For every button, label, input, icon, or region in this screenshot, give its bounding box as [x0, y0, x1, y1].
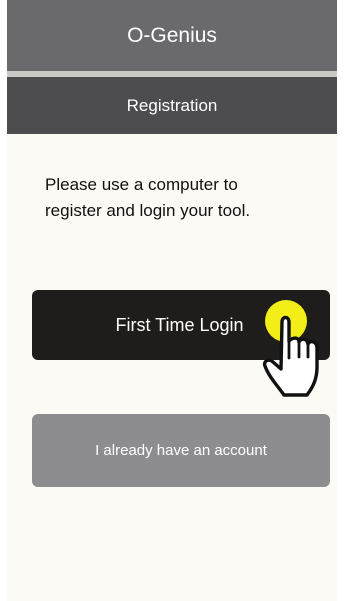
- registration-title: Registration: [126, 95, 218, 115]
- first-time-login-label: First Time Login: [115, 315, 244, 335]
- app-header: O-Genius: [7, 0, 337, 71]
- instruction-text: Please use a computer to register and lo…: [45, 175, 251, 220]
- app-title: O-Genius: [127, 23, 217, 47]
- first-time-login-button[interactable]: First Time Login: [32, 290, 330, 360]
- registration-subheader: Registration: [7, 77, 337, 134]
- app-frame: O-Genius Registration Please use a compu…: [7, 0, 337, 601]
- app-screen: O-Genius Registration Please use a compu…: [0, 0, 344, 601]
- existing-account-label: I already have an account: [95, 442, 267, 459]
- existing-account-button[interactable]: I already have an account: [32, 414, 330, 487]
